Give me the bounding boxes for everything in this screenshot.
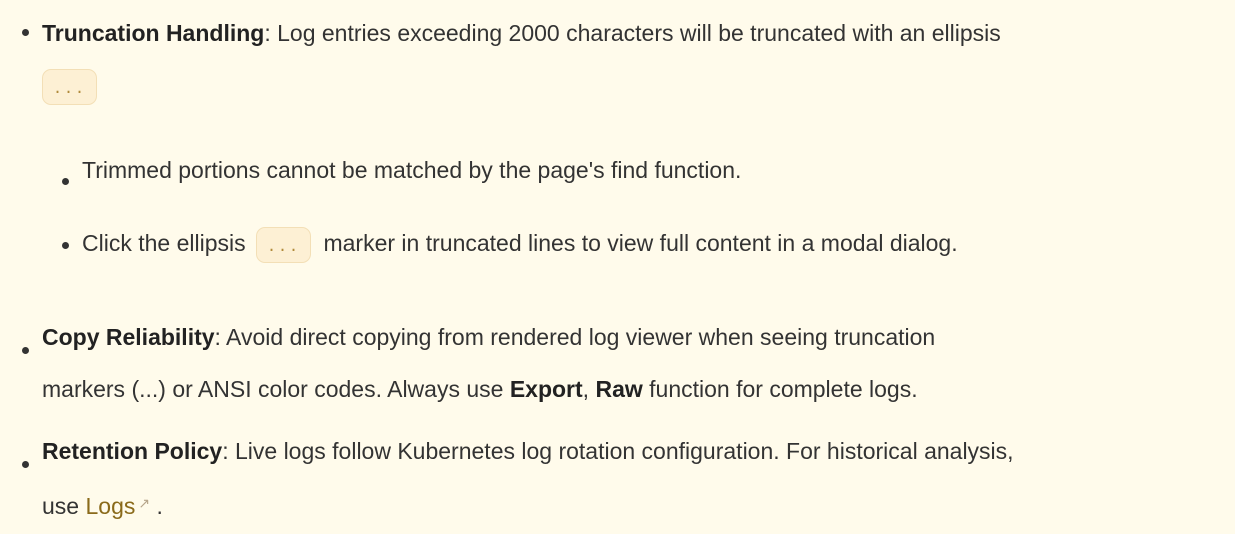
list-item-copy-line2: markers (...) or ANSI color codes. Alway… — [42, 374, 918, 404]
logs-link[interactable]: Logs ↗ — [85, 493, 150, 519]
list-bullet — [62, 178, 69, 185]
item-title: Truncation Handling — [42, 20, 265, 46]
list-item-truncation-line1: Truncation Handling: Log entries exceedi… — [42, 18, 1001, 48]
sub-list-item-ellipsis: Click the ellipsis ... marker in truncat… — [82, 227, 958, 263]
list-item-truncation-line2: ... — [42, 69, 98, 105]
item-text: markers (...) or ANSI color codes. Alway… — [42, 376, 510, 402]
list-item-copy-line1: Copy Reliability: Avoid direct copying f… — [42, 322, 935, 352]
sub-item-text-before: Click the ellipsis — [82, 230, 246, 257]
item-title: Copy Reliability — [42, 324, 215, 350]
external-link-icon: ↗ — [138, 495, 151, 511]
raw-label: Raw — [595, 376, 643, 402]
logs-link-label: Logs — [85, 493, 136, 519]
ellipsis-marker-code[interactable]: ... — [256, 227, 312, 263]
sub-item-text-after: marker in truncated lines to view full c… — [323, 230, 958, 257]
item-text: . — [150, 493, 163, 519]
document-body: Truncation Handling: Log entries exceedi… — [0, 0, 1235, 534]
sub-item-text: Trimmed portions cannot be matched by th… — [82, 157, 742, 183]
item-text: : Log entries exceeding 2000 characters … — [264, 20, 1001, 46]
list-bullet — [22, 347, 29, 354]
list-bullet — [22, 461, 29, 468]
export-label: Export — [509, 376, 583, 402]
list-bullet — [62, 242, 69, 249]
item-text: : Avoid direct copying from rendered log… — [214, 324, 936, 350]
list-item-retention-line1: Retention Policy: Live logs follow Kuber… — [42, 436, 1014, 466]
list-bullet — [22, 29, 29, 36]
item-text: : Live logs follow Kubernetes log rotati… — [222, 438, 1014, 464]
item-text: , — [582, 376, 596, 402]
item-text: use — [42, 493, 86, 519]
list-item-retention-line2: use Logs ↗ . — [42, 488, 163, 521]
sub-list-item-find: Trimmed portions cannot be matched by th… — [82, 155, 741, 185]
ellipsis-code: ... — [42, 69, 98, 105]
item-text: function for complete logs. — [642, 376, 918, 402]
item-title: Retention Policy — [42, 438, 223, 464]
